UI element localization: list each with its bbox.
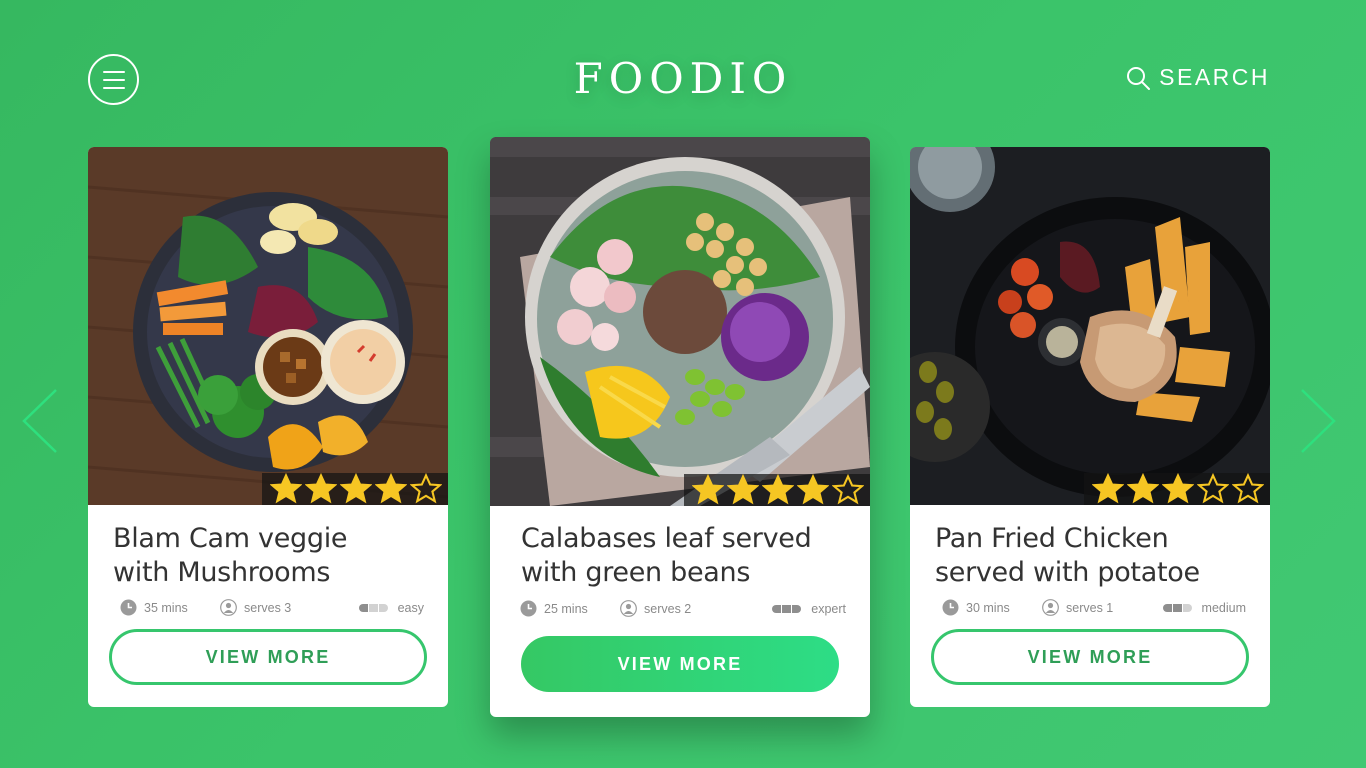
difficulty-segment xyxy=(1182,603,1192,612)
recipe-card[interactable]: Blam Cam veggie with Mushrooms 35 mins s… xyxy=(88,147,448,707)
star-filled-icon xyxy=(375,473,407,504)
person-icon xyxy=(1042,599,1059,616)
view-more-button[interactable]: VIEW MORE xyxy=(931,629,1249,685)
search-icon xyxy=(1127,66,1151,90)
difficulty-indicator xyxy=(358,603,388,612)
difficulty-label: easy xyxy=(397,600,424,615)
recipe-photo xyxy=(88,147,448,505)
person-icon xyxy=(620,600,637,617)
recipe-title[interactable]: Pan Fried Chicken served with potatoe xyxy=(935,522,1250,590)
difficulty-segment xyxy=(772,604,782,613)
difficulty-segment xyxy=(378,603,388,612)
star-filled-icon xyxy=(1162,473,1194,504)
clock-icon xyxy=(942,599,959,616)
star-empty-icon xyxy=(1232,473,1264,504)
star-filled-icon xyxy=(762,474,794,505)
star-empty-icon xyxy=(1197,473,1229,504)
rating-stars xyxy=(1084,473,1270,505)
star-empty-icon xyxy=(410,473,442,504)
difficulty-indicator xyxy=(1162,603,1192,612)
recipe-meta: 30 mins serves 1 medium xyxy=(942,599,1246,616)
recipe-photo xyxy=(490,137,870,506)
difficulty-segment xyxy=(1162,603,1172,612)
view-more-button[interactable]: VIEW MORE xyxy=(109,629,427,685)
star-filled-icon xyxy=(727,474,759,505)
search-label: SEARCH xyxy=(1159,64,1270,90)
star-filled-icon xyxy=(692,474,724,505)
star-filled-icon xyxy=(340,473,372,504)
chevron-right-icon[interactable] xyxy=(1298,388,1338,454)
difficulty-indicator xyxy=(772,604,802,613)
difficulty-segment xyxy=(792,604,802,613)
serves-count: serves 1 xyxy=(1066,600,1114,615)
recipe-card[interactable]: Pan Fried Chicken served with potatoe 30… xyxy=(910,147,1270,707)
cook-time: 35 mins xyxy=(144,600,188,615)
serves-count: serves 3 xyxy=(244,600,292,615)
difficulty-segment xyxy=(368,603,378,612)
star-filled-icon xyxy=(1127,473,1159,504)
recipe-card[interactable]: Calabases leaf served with green beans 2… xyxy=(490,137,870,717)
search-button[interactable]: SEARCH xyxy=(1126,64,1270,91)
difficulty-segment xyxy=(358,603,368,612)
difficulty-label: expert xyxy=(811,601,846,616)
star-empty-icon xyxy=(832,474,864,505)
rating-stars xyxy=(684,474,870,506)
chevron-left-icon[interactable] xyxy=(20,388,60,454)
difficulty-segment xyxy=(1172,603,1182,612)
recipe-title[interactable]: Calabases leaf served with green beans xyxy=(521,522,850,590)
clock-icon xyxy=(520,600,537,617)
cook-time: 30 mins xyxy=(966,600,1010,615)
star-filled-icon xyxy=(1092,473,1124,504)
star-filled-icon xyxy=(305,473,337,504)
recipe-photo xyxy=(910,147,1270,505)
person-icon xyxy=(220,599,237,616)
rating-stars xyxy=(262,473,448,505)
clock-icon xyxy=(120,599,137,616)
cook-time: 25 mins xyxy=(544,601,588,616)
recipe-title[interactable]: Blam Cam veggie with Mushrooms xyxy=(113,522,428,590)
serves-count: serves 2 xyxy=(644,601,692,616)
star-filled-icon xyxy=(797,474,829,505)
view-more-button[interactable]: VIEW MORE xyxy=(521,636,839,692)
star-filled-icon xyxy=(270,473,302,504)
difficulty-label: medium xyxy=(1201,600,1246,615)
recipe-meta: 25 mins serves 2 expert xyxy=(520,600,846,617)
recipe-meta: 35 mins serves 3 easy xyxy=(120,599,424,616)
difficulty-segment xyxy=(782,604,792,613)
